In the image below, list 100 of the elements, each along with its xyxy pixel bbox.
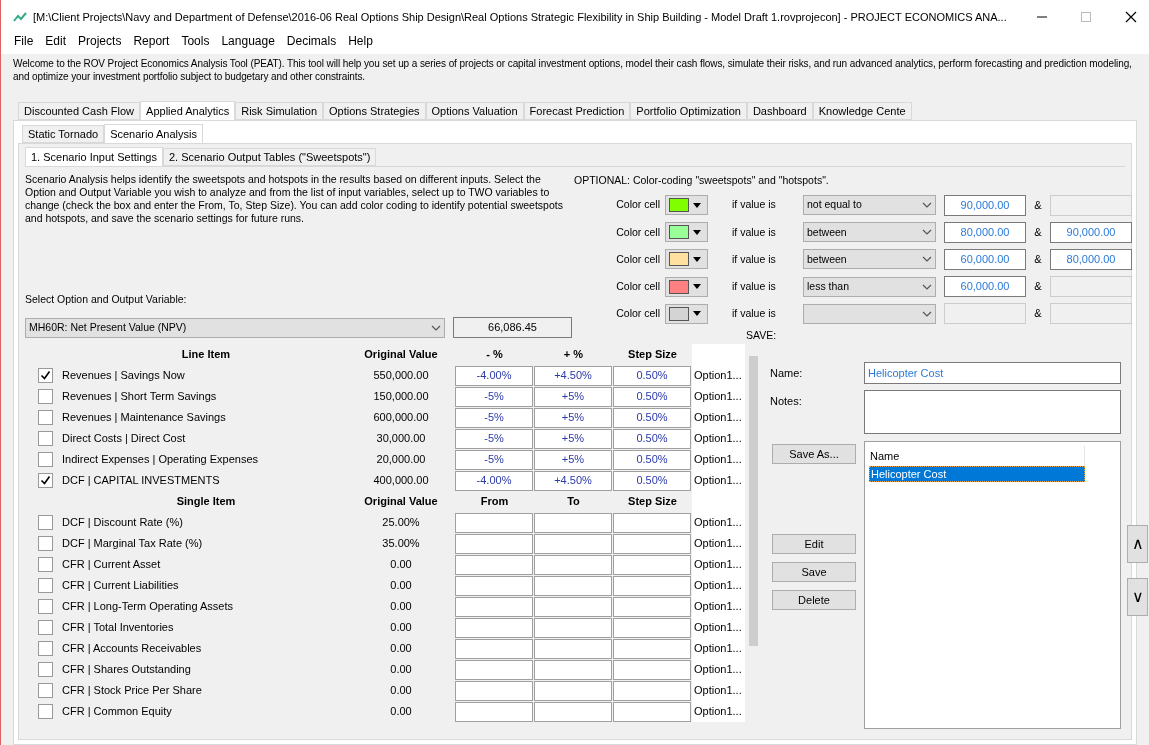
input-cell[interactable] xyxy=(613,701,691,722)
input-cell[interactable] xyxy=(613,554,691,575)
input-cell[interactable] xyxy=(455,638,533,659)
tab[interactable]: Applied Analytics xyxy=(140,101,236,121)
input-cell[interactable]: +5% xyxy=(534,449,612,470)
input-cell[interactable] xyxy=(455,575,533,596)
value-field[interactable] xyxy=(1050,276,1132,298)
input-cell[interactable] xyxy=(455,554,533,575)
menu-item[interactable]: Tools xyxy=(181,32,210,50)
color-picker-button[interactable] xyxy=(665,276,708,297)
input-cell[interactable]: +5% xyxy=(534,407,612,428)
input-cell[interactable] xyxy=(455,680,533,701)
condition-dropdown[interactable]: not equal to xyxy=(803,195,936,216)
input-cell[interactable]: -5% xyxy=(455,449,533,470)
tab[interactable]: Options Valuation xyxy=(425,102,524,120)
value-field[interactable] xyxy=(1050,303,1132,325)
input-cell[interactable]: 0.50% xyxy=(613,407,691,428)
input-cell[interactable] xyxy=(455,512,533,533)
tab[interactable]: Forecast Prediction xyxy=(523,102,631,120)
tab[interactable]: Portfolio Optimization xyxy=(630,102,747,120)
input-cell[interactable]: 0.50% xyxy=(613,428,691,449)
input-cell[interactable]: 0.50% xyxy=(613,470,691,491)
menu-item[interactable]: Report xyxy=(133,32,170,50)
input-cell[interactable] xyxy=(613,617,691,638)
input-cell[interactable] xyxy=(534,638,612,659)
input-cell[interactable] xyxy=(534,512,612,533)
value-field[interactable]: 80,000.00 xyxy=(1050,249,1132,270)
input-cell[interactable]: +5% xyxy=(534,386,612,407)
list-item[interactable]: Helicopter Cost xyxy=(869,466,1085,482)
tab[interactable]: Discounted Cash Flow xyxy=(18,102,141,120)
input-cell[interactable] xyxy=(455,701,533,722)
checkbox[interactable] xyxy=(37,536,53,551)
checkbox[interactable] xyxy=(37,431,53,446)
input-cell[interactable] xyxy=(455,659,533,680)
tab[interactable]: Scenario Analysis xyxy=(104,124,203,144)
input-cell[interactable] xyxy=(613,533,691,554)
tab[interactable]: Knowledge Cente xyxy=(812,102,912,120)
input-cell[interactable]: +5% xyxy=(534,428,612,449)
input-cell[interactable] xyxy=(534,596,612,617)
checkbox[interactable] xyxy=(37,410,53,425)
input-cell[interactable]: 0.50% xyxy=(613,449,691,470)
tab[interactable]: Options Strategies xyxy=(323,102,426,120)
input-cell[interactable]: -4.00% xyxy=(455,365,533,386)
condition-dropdown[interactable]: between xyxy=(803,249,936,270)
action-button[interactable]: Delete xyxy=(772,590,856,610)
tab[interactable]: Risk Simulation xyxy=(235,102,324,120)
color-picker-button[interactable] xyxy=(665,303,708,324)
input-cell[interactable] xyxy=(534,575,612,596)
action-button[interactable]: Edit xyxy=(772,534,856,554)
input-cell[interactable]: -5% xyxy=(455,428,533,449)
notes-field[interactable] xyxy=(864,390,1121,434)
value-field[interactable]: 90,000.00 xyxy=(1050,221,1132,243)
input-cell[interactable] xyxy=(455,533,533,554)
tab[interactable]: 2. Scenario Output Tables ("Sweetspots") xyxy=(162,148,377,166)
checkbox[interactable] xyxy=(37,368,53,383)
value-field[interactable]: 80,000.00 xyxy=(944,221,1026,243)
input-cell[interactable] xyxy=(534,554,612,575)
input-cell[interactable]: -5% xyxy=(455,407,533,428)
input-cell[interactable]: +4.50% xyxy=(534,470,612,491)
tab[interactable]: Dashboard xyxy=(746,102,813,120)
checkbox[interactable] xyxy=(37,515,53,530)
checkbox[interactable] xyxy=(37,662,53,677)
close-icon[interactable] xyxy=(1125,11,1137,23)
menu-item[interactable]: Language xyxy=(221,32,275,50)
checkbox[interactable] xyxy=(37,452,53,467)
checkbox[interactable] xyxy=(37,704,53,719)
condition-dropdown[interactable] xyxy=(803,303,936,324)
maximize-icon[interactable] xyxy=(1081,12,1091,22)
tab[interactable]: 1. Scenario Input Settings xyxy=(25,147,163,167)
color-picker-button[interactable] xyxy=(665,222,708,243)
input-cell[interactable]: -4.00% xyxy=(455,470,533,491)
name-field[interactable]: Helicopter Cost xyxy=(864,362,1121,384)
input-cell[interactable]: 0.50% xyxy=(613,386,691,407)
input-cell[interactable] xyxy=(534,680,612,701)
input-cell[interactable] xyxy=(534,617,612,638)
checkbox[interactable] xyxy=(37,578,53,593)
value-field[interactable]: 60,000.00 xyxy=(944,276,1026,298)
input-cell[interactable] xyxy=(534,659,612,680)
checkbox[interactable] xyxy=(37,473,53,488)
input-cell[interactable] xyxy=(455,596,533,617)
color-picker-button[interactable] xyxy=(665,249,708,270)
input-cell[interactable]: -5% xyxy=(455,386,533,407)
value-field[interactable] xyxy=(944,303,1026,325)
checkbox[interactable] xyxy=(37,683,53,698)
tab[interactable]: Static Tornado xyxy=(22,125,105,143)
color-picker-button[interactable] xyxy=(665,195,708,216)
checkbox[interactable] xyxy=(37,599,53,614)
menu-item[interactable]: Edit xyxy=(45,32,67,50)
input-cell[interactable] xyxy=(613,596,691,617)
input-cell[interactable]: +4.50% xyxy=(534,365,612,386)
input-cell[interactable] xyxy=(613,575,691,596)
input-cell[interactable] xyxy=(534,701,612,722)
menu-item[interactable]: Projects xyxy=(78,32,122,50)
menu-item[interactable]: File xyxy=(14,32,34,50)
input-cell[interactable]: 0.50% xyxy=(613,365,691,386)
checkbox[interactable] xyxy=(37,641,53,656)
input-cell[interactable] xyxy=(455,617,533,638)
action-button[interactable]: Save xyxy=(772,562,856,582)
checkbox[interactable] xyxy=(37,557,53,572)
input-cell[interactable] xyxy=(613,659,691,680)
